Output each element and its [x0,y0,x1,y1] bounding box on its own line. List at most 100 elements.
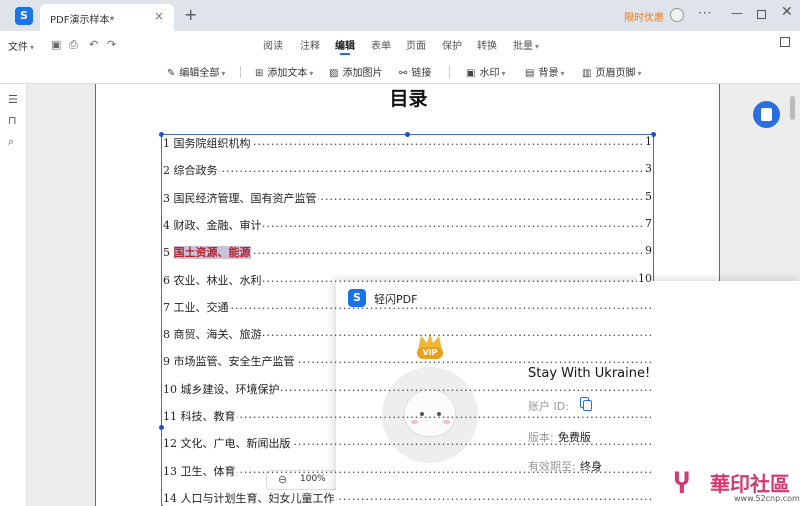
pen-icon: ✎ [167,68,176,79]
file-menu-label: 文件 [8,42,28,53]
toc-label: 财政、金融、审计 [173,218,262,232]
toc-number: 14 [163,491,177,505]
toc-number: 11 [163,410,177,423]
bookmark-icon[interactable]: ⊓ [8,114,17,127]
toc-row[interactable]: ........................................… [163,189,652,206]
toc-label: 国土资源、能源 [173,246,251,260]
header-footer-label: 页眉页脚 [595,68,636,79]
background-button[interactable]: ▤ 背景 ▾ [525,64,564,79]
toc-label: 人口与计划生育、妇女儿童工作 [180,491,335,505]
toc-number: 3 [163,191,170,205]
menu-form[interactable]: 表单 [371,37,391,52]
watermark-icon: ▣ [466,68,476,79]
active-tab-indicator [340,53,350,55]
menu-convert[interactable]: 转换 [477,37,497,52]
toc-entry: 8 商贸、海关、旅游 [163,326,263,343]
toc-label: 农业、林业、水利 [173,273,262,287]
toc-entry: 12 文化、广电、新闻出版 [163,435,292,452]
user-avatar-icon[interactable] [670,8,684,22]
toc-number: 13 [163,464,177,478]
toc-label: 商贸、海关、旅游 [173,328,262,342]
toc-number: 10 [163,382,177,396]
toc-page-number: 9 [644,244,652,258]
image-icon: ▨ [329,68,339,79]
chevron-down-icon: ▾ [501,69,506,78]
toc-entry: 2 综合政务 [163,162,219,179]
toc-entry: 7 工业、交通 [163,298,230,315]
toc-label: 国民经济管理、国有资产监管 [173,191,317,205]
menu-read[interactable]: 阅读 [263,37,283,52]
file-menu[interactable]: 文件 ▾ [8,38,34,53]
promo-link[interactable]: 限时优惠 [624,9,664,24]
watermark-label: 水印 [479,68,500,79]
link-label: 链接 [411,68,432,79]
toc-number: 1 [163,137,170,150]
toc-number: 9 [163,355,170,369]
text-box-icon: ⊞ [255,68,264,79]
document-tab[interactable]: PDF演示样本* × [40,4,174,31]
menu-page[interactable]: 页面 [406,37,426,52]
toc-page-number: 10 [637,271,652,285]
add-text-button[interactable]: ⊞ 添加文本 ▾ [255,64,313,79]
site-watermark: Ⴤ 華印社區 www.52cnp.com [668,466,800,506]
toc-entry: 4 财政、金融、审计 [163,216,263,233]
toc-number: 12 [163,437,177,451]
toc-entry: 9 市场监管、安全生产监管 [163,353,296,370]
thumbnails-icon[interactable]: ☰ [8,93,18,106]
menu-edit[interactable]: 编辑 [335,37,355,52]
close-window-button[interactable]: ✕ [781,4,793,20]
copy-icon[interactable] [580,397,592,411]
toc-label: 市场监管、安全生产监管 [173,355,295,369]
toc-leader-dots: ........................................… [163,162,652,176]
add-image-button[interactable]: ▨ 添加图片 [329,64,382,79]
left-sidebar: ☰ ⊓ ⌕ [0,84,27,506]
background-icon: ▤ [525,68,535,79]
edit-all-button[interactable]: ✎ 编辑全部 ▾ [167,64,225,79]
chevron-down-icon: ▾ [309,69,314,78]
save-icon[interactable]: ▣ [51,38,61,51]
add-text-label: 添加文本 [267,68,308,79]
open-external-icon[interactable] [780,37,790,47]
toc-label: 国务院组织机构 [173,137,251,150]
toc-label: 工业、交通 [173,300,229,314]
watermark-logo-icon: Ⴤ [674,470,690,500]
header-footer-button[interactable]: ▥ 页眉页脚 ▾ [582,64,641,79]
toc-row[interactable]: ........................................… [163,162,652,179]
redo-icon[interactable]: ↷ [107,38,116,51]
toc-page-number: 5 [644,189,652,203]
toc-row[interactable]: ........................................… [163,244,652,261]
document-icon [761,108,772,121]
tab-title: PDF演示样本* [50,15,115,26]
link-icon: ⚯ [399,68,408,79]
edit-all-label: 编辑全部 [179,68,220,79]
scrollbar[interactable] [790,96,795,120]
chevron-down-icon: ▾ [637,69,642,78]
new-tab-button[interactable]: + [184,5,197,24]
chevron-down-icon: ▾ [535,42,540,51]
toc-row[interactable]: ........................................… [163,135,652,151]
print-icon[interactable]: ⎙ [69,38,78,52]
page-title: 目录 [389,88,428,110]
more-options-icon[interactable]: ··· [698,6,712,20]
toc-page-number: 1 [644,135,652,148]
menu-batch[interactable]: 批量 ▾ [513,37,539,52]
toc-row[interactable]: ........................................… [163,216,652,233]
link-button[interactable]: ⚯ 链接 [399,64,431,79]
resize-handle[interactable] [159,425,164,430]
menu-annotate[interactable]: 注释 [300,37,320,52]
toc-number: 7 [163,300,170,314]
undo-icon[interactable]: ↶ [89,38,98,51]
minimize-button[interactable]: — [731,6,743,20]
toc-leader-dots: ........................................… [163,298,652,312]
title-bar: S PDF演示样本* × + 限时优惠 ··· — ✕ [0,0,800,31]
toolbar-divider [240,66,241,78]
search-icon[interactable]: ⌕ [8,135,14,149]
toc-entry: 10 城乡建设、环境保护 [163,380,281,397]
username: Stay With Ukraine! [528,366,651,381]
maximize-button[interactable] [757,10,766,19]
tab-close-icon[interactable]: × [154,9,164,23]
menu-protect[interactable]: 保护 [442,37,462,52]
toc-label: 城乡建设、环境保护 [180,382,280,396]
menu-bar: 文件 ▾ ▣ ⎙ ↶ ↷ 阅读 注释 编辑 表单 页面 保护 转换 批量 ▾ [0,31,800,58]
watermark-button[interactable]: ▣ 水印 ▾ [466,64,505,79]
